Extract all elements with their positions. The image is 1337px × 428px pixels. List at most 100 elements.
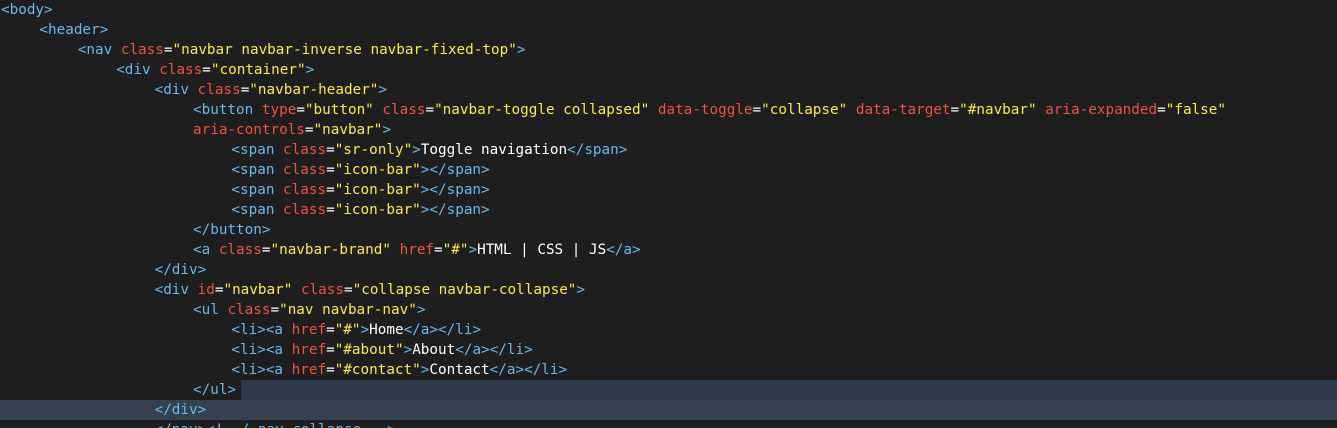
code-line[interactable]: <div id="navbar" class="collapse navbar-…: [155, 280, 585, 300]
attribute-token: class: [283, 202, 327, 218]
punctuation-token: =: [163, 42, 173, 58]
code-line[interactable]: <span class="icon-bar"></span>: [231, 160, 489, 180]
text-token: Contact: [429, 362, 490, 378]
attribute-token: class: [227, 302, 271, 318]
string-token: "container": [210, 62, 306, 78]
punctuation-token: =: [296, 102, 305, 118]
attribute-token: href: [291, 362, 327, 378]
punctuation-token: [649, 102, 658, 118]
code-line[interactable]: <li><a href="#contact">Contact</a></li>: [231, 360, 567, 380]
attribute-token: data-toggle: [657, 102, 753, 118]
string-token: "button": [304, 102, 374, 118]
punctuation-token: =: [434, 242, 443, 258]
html-tag-token: <a: [193, 242, 219, 258]
code-line[interactable]: </div>: [155, 260, 207, 280]
code-line[interactable]: <nav class="navbar navbar-inverse navbar…: [78, 40, 526, 60]
code-editor[interactable]: <body> <header> <nav class="navbar navbar-…: [0, 0, 1337, 428]
punctuation-token: [292, 282, 301, 298]
html-tag-token: >: [382, 122, 391, 138]
attribute-token: class: [283, 142, 327, 158]
code-line[interactable]: </button>: [193, 220, 270, 240]
html-tag-token: </a></li>: [403, 322, 482, 338]
code-line[interactable]: <li><a href="#about">About</a></li>: [231, 340, 532, 360]
punctuation-token: =: [202, 62, 211, 78]
punctuation-token: [1037, 102, 1046, 118]
code-line[interactable]: </div>: [155, 400, 207, 420]
html-tag-token: <div: [116, 62, 160, 78]
html-tag-token: </a></li>: [489, 362, 568, 378]
string-token: "collapse": [761, 102, 848, 118]
punctuation-token: =: [1157, 102, 1166, 118]
punctuation-token: =: [326, 342, 335, 358]
punctuation-token: =: [326, 142, 335, 158]
string-token: "#": [334, 322, 361, 338]
html-tag-token: <div: [154, 82, 198, 98]
attribute-token: class: [382, 102, 426, 118]
html-tag-token: </a>: [606, 242, 641, 258]
code-line[interactable]: aria-controls="navbar">: [193, 120, 391, 140]
html-tag-token: >: [403, 342, 413, 358]
punctuation-token: =: [304, 122, 314, 138]
html-tag-token: <span: [231, 142, 284, 158]
attribute-token: aria-controls: [193, 122, 305, 138]
attribute-token: class: [300, 282, 344, 298]
html-tag-token: ></span>: [420, 202, 490, 218]
attribute-token: aria-expanded: [1045, 102, 1158, 118]
html-tag-token: ></span>: [420, 162, 490, 178]
code-line[interactable]: <div class="container">: [116, 60, 314, 80]
code-line[interactable]: <body>: [1, 0, 53, 20]
attribute-token: class: [218, 242, 262, 258]
attribute-token: href: [291, 322, 327, 338]
string-token: "sr-only": [334, 142, 413, 158]
html-tag-token: <div: [154, 282, 198, 298]
string-token: "navbar": [313, 122, 383, 138]
code-line[interactable]: </ul>: [193, 380, 236, 400]
html-tag-token: >: [516, 42, 526, 58]
attribute-token: class: [283, 182, 327, 198]
html-tag-token: <span: [231, 162, 284, 178]
code-line[interactable]: <span class="icon-bar"></span>: [231, 200, 489, 220]
code-line[interactable]: <li><a href="#">Home</a></li>: [231, 320, 481, 340]
string-token: "navbar": [223, 282, 293, 298]
html-tag-token: </a></li>: [455, 342, 533, 358]
punctuation-token: =: [326, 182, 335, 198]
html-tag-token: ></span>: [420, 182, 490, 198]
attribute-token: class: [120, 42, 164, 58]
punctuation-token: =: [344, 282, 353, 298]
punctuation-token: [391, 242, 400, 258]
code-line[interactable]: <span class="icon-bar"></span>: [231, 180, 489, 200]
html-tag-token: </nav><!--/.nav-collapse -->: [155, 422, 396, 428]
html-tag-token: <body>: [1, 2, 53, 18]
punctuation-token: =: [425, 102, 435, 118]
attribute-token: href: [399, 242, 435, 258]
string-token: "navbar-brand": [270, 242, 391, 258]
html-tag-token: <button: [193, 102, 262, 118]
punctuation-token: =: [326, 202, 335, 218]
html-tag-token: </span>: [567, 142, 628, 158]
html-tag-token: >: [305, 62, 315, 78]
html-tag-token: <li><a: [231, 342, 292, 358]
string-token: "false": [1165, 102, 1226, 118]
html-tag-token: <span: [231, 202, 284, 218]
attribute-token: id: [197, 282, 215, 298]
code-line[interactable]: <span class="sr-only">Toggle navigation<…: [231, 140, 627, 160]
code-line[interactable]: <button type="button" class="navbar-togg…: [193, 100, 1226, 120]
punctuation-token: =: [950, 102, 960, 118]
code-line[interactable]: <div class="navbar-header">: [155, 80, 387, 100]
code-line[interactable]: <header>: [39, 20, 108, 40]
attribute-token: href: [291, 342, 327, 358]
code-line[interactable]: </nav><!--/.nav-collapse -->: [155, 420, 396, 428]
text-token: About: [412, 342, 456, 358]
html-tag-token: </ul>: [193, 382, 237, 398]
attribute-token: class: [283, 162, 327, 178]
text-token: Toggle navigation: [420, 142, 568, 158]
attribute-token: type: [261, 102, 297, 118]
string-token: "#": [442, 242, 469, 258]
code-line[interactable]: <ul class="nav navbar-nav">: [193, 300, 425, 320]
selection-highlight: [241, 380, 1337, 400]
punctuation-token: =: [270, 302, 280, 318]
text-token: Home: [369, 322, 404, 338]
string-token: "icon-bar": [334, 202, 421, 218]
code-line[interactable]: <a class="navbar-brand" href="#">HTML | …: [193, 240, 641, 260]
html-tag-token: <nav: [77, 42, 121, 58]
